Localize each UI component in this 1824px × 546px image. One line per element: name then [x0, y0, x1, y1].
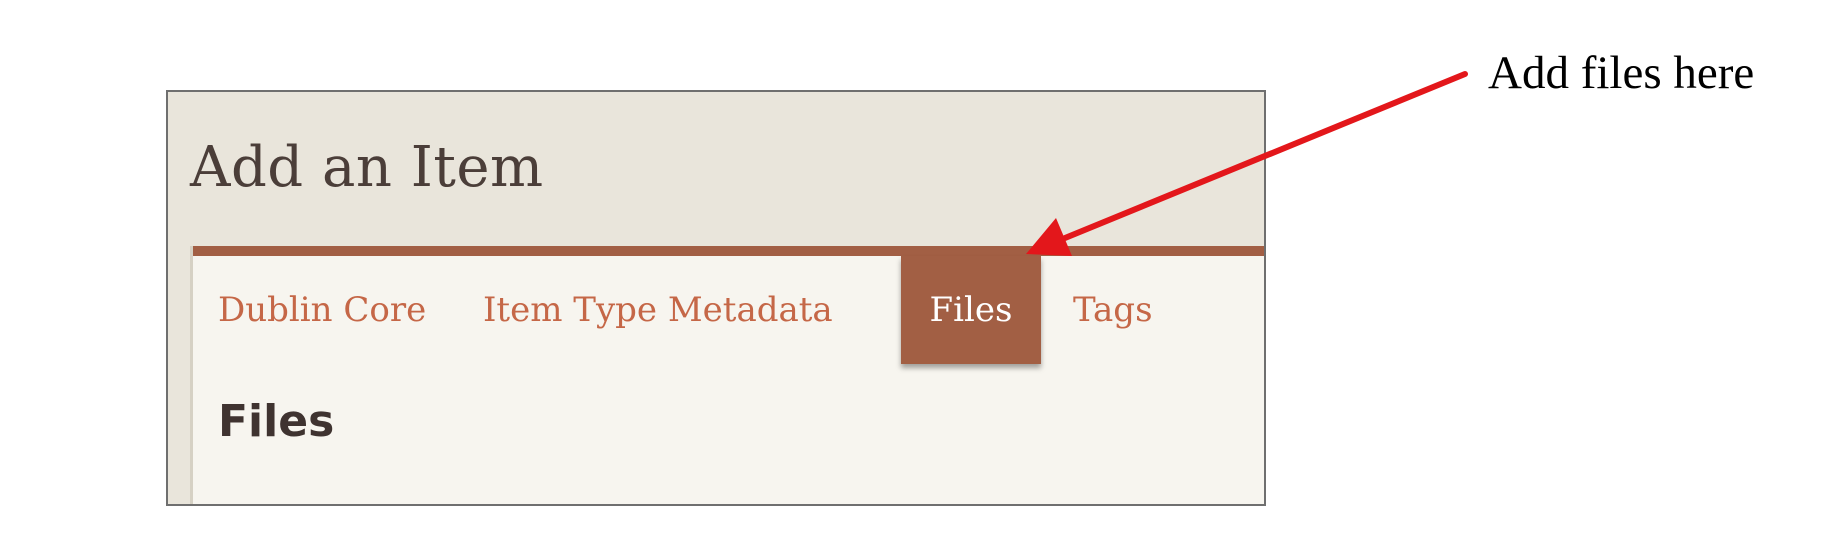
- content-panel: Dublin Core Item Type Metadata Files Tag…: [190, 246, 1264, 504]
- accent-bar: [193, 246, 1264, 256]
- annotation-label: Add files here: [1488, 47, 1755, 99]
- section-heading-files: Files: [218, 396, 335, 447]
- screenshot-panel: Add an Item Dublin Core Item Type Metada…: [166, 90, 1266, 506]
- tab-bar: Dublin Core Item Type Metadata Files Tag…: [193, 256, 1264, 366]
- page-title: Add an Item: [190, 135, 544, 200]
- tab-dublin-core[interactable]: Dublin Core: [218, 256, 426, 364]
- tab-item-type-metadata[interactable]: Item Type Metadata: [483, 256, 833, 364]
- tab-files[interactable]: Files: [901, 256, 1041, 364]
- tab-tags[interactable]: Tags: [1073, 256, 1153, 364]
